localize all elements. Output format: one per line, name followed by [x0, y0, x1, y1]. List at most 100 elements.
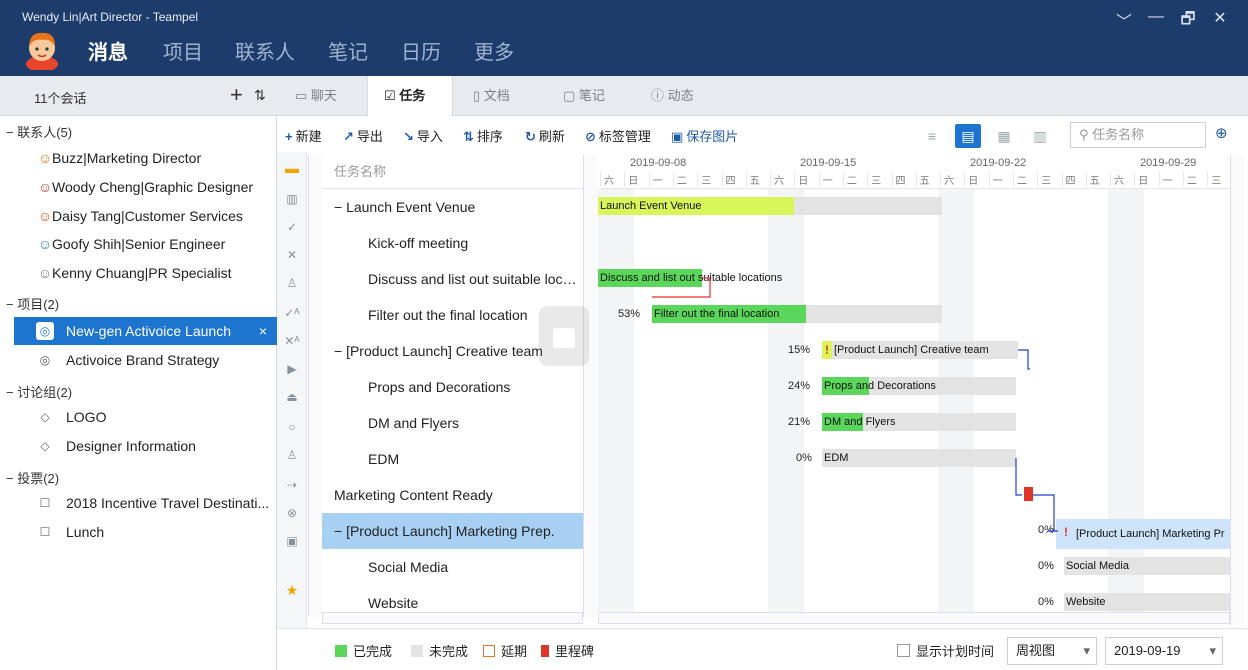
contact-avatar-icon: ☺ — [37, 265, 53, 281]
folder-icon[interactable]: ▬ — [277, 160, 307, 176]
task-list-hscrollbar[interactable] — [322, 612, 583, 624]
list-view-icon[interactable]: ≡ — [919, 124, 945, 148]
contact-item[interactable]: ☺ Woody Cheng|Graphic Designer — [0, 173, 262, 201]
task-list-scrollbar[interactable] — [583, 155, 597, 617]
avatar[interactable] — [22, 28, 62, 70]
close-icon[interactable]: ✕ — [1208, 8, 1232, 28]
task-list: 任务名称 − Launch Event Venue Kick-off meeti… — [322, 155, 583, 617]
tab-chat[interactable]: ▭ 聊天 — [295, 76, 365, 116]
minimize-icon[interactable]: — — [1144, 8, 1168, 26]
image-icon: ▣ — [671, 129, 684, 144]
contact-item[interactable]: ☺ Daisy Tang|Customer Services — [0, 202, 262, 230]
project-item-selected[interactable]: ◎ New-gen Activoice Launch × — [14, 317, 277, 345]
nav-projects[interactable]: 项目 — [163, 36, 203, 65]
view-select[interactable]: 周视图 ▾ — [1007, 637, 1097, 665]
task-row[interactable]: Kick-off meeting — [322, 225, 583, 261]
delete-icon[interactable]: ✕ — [277, 248, 307, 262]
discussion-item[interactable]: ◇ LOGO — [14, 403, 276, 431]
contact-avatar-icon: ☺ — [37, 150, 53, 166]
user-outline-icon[interactable]: ♙ — [277, 448, 307, 462]
chat-bubble-icon: ◇ — [40, 410, 50, 424]
task-row[interactable]: DM and Flyers — [322, 405, 583, 441]
board-view-icon[interactable]: ▦ — [991, 124, 1017, 148]
columns-icon[interactable]: ▥ — [277, 192, 307, 206]
tag-manage-button[interactable]: ⊘ 标签管理 — [585, 126, 651, 145]
tab-activity[interactable]: ⓘ 动态 — [651, 76, 721, 116]
contact-item[interactable]: ☺ Goofy Shih|Senior Engineer — [0, 230, 262, 258]
task-row[interactable]: Marketing Content Ready — [322, 477, 583, 513]
calendar-icon[interactable]: ▣ — [277, 534, 307, 548]
contact-item[interactable]: ☺ Kenny Chuang|PR Specialist — [0, 259, 262, 287]
refresh-icon: ↻ — [525, 129, 536, 144]
project-item[interactable]: ◎ Activoice Brand Strategy — [14, 346, 276, 374]
link-icon[interactable]: ⇢ — [277, 478, 307, 492]
assign-check-icon[interactable]: ✓ᴬ — [277, 306, 307, 320]
tab-tasks[interactable]: ☑ 任务 — [367, 76, 453, 117]
gantt-view-icon[interactable]: ▤ — [955, 124, 981, 148]
task-row[interactable]: Social Media — [322, 549, 583, 585]
tab-notes[interactable]: ▢ 笔记 — [563, 76, 633, 116]
task-row[interactable]: Discuss and list out suitable locati... — [322, 261, 583, 297]
save-image-button[interactable]: ▣ 保存图片 — [671, 126, 738, 145]
sort-conversations-button[interactable]: ⇅ — [254, 87, 266, 104]
vote-item[interactable]: ☐ Lunch — [14, 518, 276, 546]
conversation-header: 11个会话 + ⇅ — [0, 76, 277, 116]
check-icon[interactable]: ✓ — [277, 220, 307, 234]
date-select[interactable]: 2019-09-19 ▾ — [1105, 637, 1223, 665]
group-votes[interactable]: − 投票(2) — [6, 468, 59, 487]
step-icon[interactable]: ⏏ — [277, 390, 307, 404]
project-icon: ◎ — [36, 322, 54, 340]
person-icon[interactable]: ♙ — [277, 276, 307, 290]
nav-more[interactable]: 更多 — [474, 36, 514, 65]
close-project-icon[interactable]: × — [259, 317, 267, 345]
sidebar: − 联系人(5) ☺ Buzz|Marketing Director ☺ Woody… — [0, 116, 277, 670]
title-bar: Wendy Lin|Art Director - Teampel ﹀ — 🗗 ✕… — [0, 0, 1248, 76]
app-title: Wendy Lin|Art Director - Teampel — [22, 10, 199, 24]
vote-item[interactable]: ☐ 2018 Incentive Travel Destinati... — [14, 489, 276, 517]
cancel-icon[interactable]: ⊗ — [277, 506, 307, 520]
vote-icon: ☐ — [39, 525, 51, 539]
discussion-item[interactable]: ◇ Designer Information — [14, 432, 276, 460]
task-list-header: 任务名称 — [322, 155, 583, 189]
sort-button[interactable]: ⇅ 排序 — [463, 126, 503, 145]
group-projects[interactable]: − 项目(2) — [6, 294, 59, 313]
star-icon[interactable]: ★ — [277, 582, 307, 599]
checkbox-icon[interactable] — [897, 644, 910, 657]
task-search-input[interactable]: ⚲ 任务名称 — [1070, 122, 1206, 148]
note-icon: ▢ — [563, 88, 579, 103]
nav-contacts[interactable]: 联系人 — [235, 36, 295, 65]
gantt-vscrollbar[interactable] — [1230, 155, 1244, 625]
task-row[interactable]: − Launch Event Venue — [322, 189, 583, 225]
chat-bubble-icon: ◇ — [40, 439, 50, 453]
chart-view-icon[interactable]: ▥ — [1027, 124, 1053, 148]
contact-avatar-icon: ☺ — [37, 236, 53, 252]
nav-messages[interactable]: 消息 — [88, 36, 128, 65]
export-button[interactable]: ↗ 导出 — [343, 126, 383, 145]
tab-documents[interactable]: ▯ 文档 — [473, 76, 543, 116]
tree-scrollbar[interactable] — [308, 155, 322, 617]
collapse-icon[interactable]: ﹀ — [1112, 8, 1136, 32]
group-discussions[interactable]: − 讨论组(2) — [6, 382, 72, 401]
contact-avatar-icon: ☺ — [37, 208, 53, 224]
group-contacts[interactable]: − 联系人(5) — [6, 122, 72, 141]
circle-icon[interactable]: ○ — [277, 420, 307, 434]
add-conversation-button[interactable]: + — [230, 82, 243, 108]
nav-notes[interactable]: 笔记 — [328, 36, 368, 65]
zoom-icon[interactable]: ⊕ — [1215, 124, 1228, 142]
play-icon[interactable]: ▶ — [277, 362, 307, 376]
import-button[interactable]: ↘ 导入 — [403, 126, 443, 145]
task-row-selected[interactable]: − [Product Launch] Marketing Prep. — [322, 513, 583, 549]
watermark-logo — [539, 306, 589, 366]
plus-icon: + — [285, 129, 293, 144]
legend-done: 已完成 — [335, 641, 392, 660]
unassign-icon[interactable]: ✕ᴬ — [277, 334, 307, 348]
nav-calendar[interactable]: 日历 — [401, 36, 441, 65]
contact-item[interactable]: ☺ Buzz|Marketing Director — [0, 144, 262, 172]
show-plan-checkbox[interactable]: 显示计划时间 — [897, 641, 994, 660]
restore-icon[interactable]: 🗗 — [1176, 8, 1200, 35]
refresh-button[interactable]: ↻ 刷新 — [525, 126, 565, 145]
milestone-swatch — [541, 645, 549, 657]
gantt-hscrollbar[interactable] — [598, 612, 1230, 624]
new-task-button[interactable]: + 新建 — [285, 126, 322, 145]
task-row[interactable]: EDM — [322, 441, 583, 477]
